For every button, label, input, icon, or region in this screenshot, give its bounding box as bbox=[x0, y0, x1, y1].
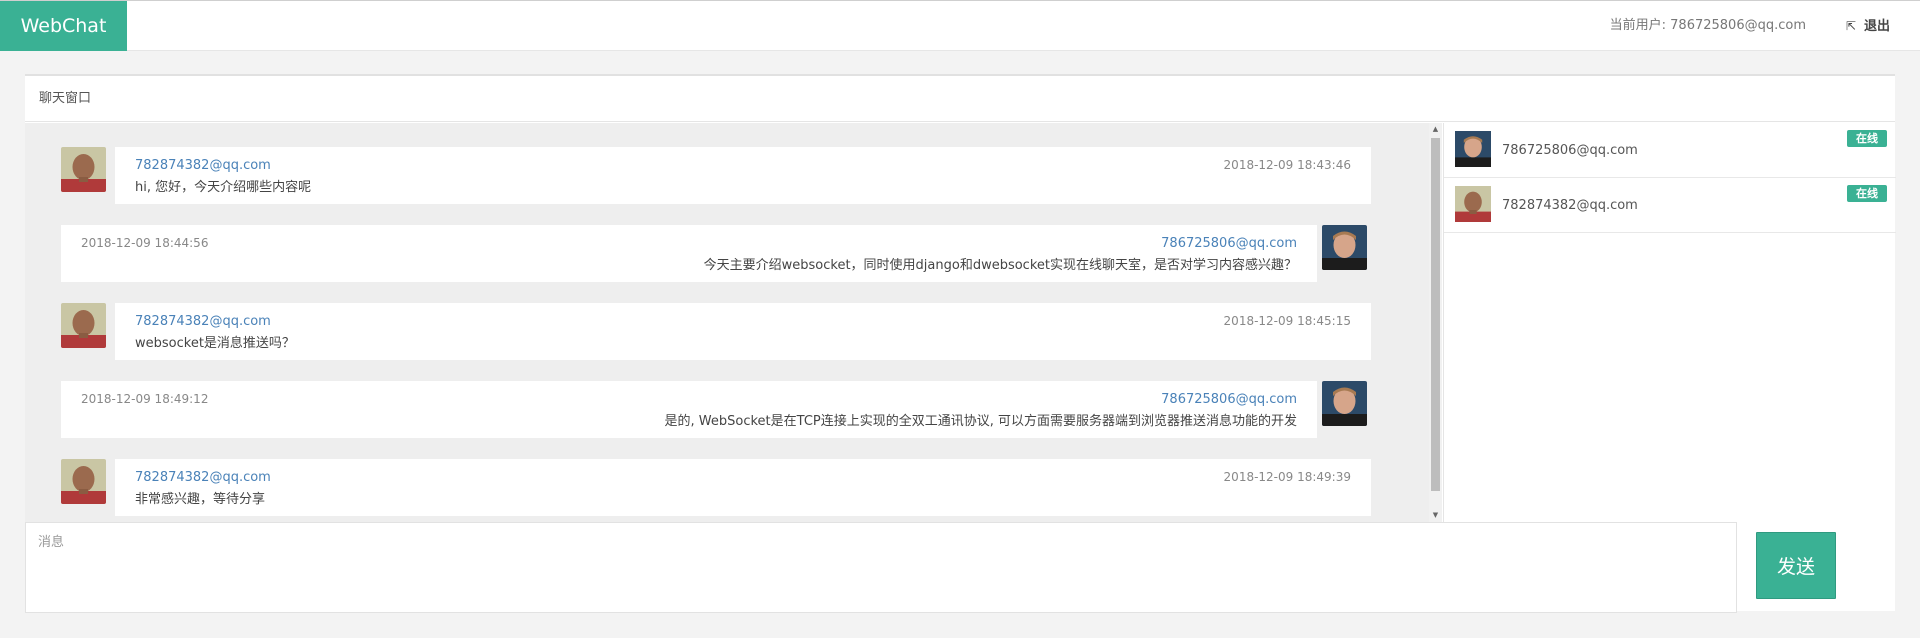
message-text: hi, 您好，今天介绍哪些内容呢 bbox=[135, 180, 312, 195]
message-text: 今天主要介绍websocket，同时使用django和dwebsocket实现在… bbox=[703, 258, 1297, 273]
message-item: 782874382@qq.com 2018-12-09 18:43:46 hi,… bbox=[61, 147, 1371, 204]
message-bubble: 2018-12-09 18:44:56 786725806@qq.com 今天主… bbox=[61, 225, 1317, 282]
user-email: 782874382@qq.com bbox=[1502, 198, 1638, 213]
chat-panel: 聊天窗口 782874382@qq.com 2018-12-09 18:43:4… bbox=[25, 74, 1896, 613]
message-sender[interactable]: 786725806@qq.com bbox=[1161, 236, 1297, 251]
message-time: 2018-12-09 18:44:56 bbox=[81, 236, 209, 250]
logout-label: 退出 bbox=[1863, 19, 1890, 34]
avatar bbox=[1455, 131, 1491, 167]
avatar bbox=[1322, 381, 1367, 426]
message-scrollbar[interactable]: ▲ ▼ bbox=[1429, 123, 1442, 522]
scroll-down-arrow-icon[interactable]: ▼ bbox=[1429, 509, 1442, 522]
scroll-thumb[interactable] bbox=[1431, 138, 1440, 491]
message-text: websocket是消息推送吗？ bbox=[135, 336, 295, 351]
message-sender[interactable]: 782874382@qq.com bbox=[135, 314, 271, 329]
user-email: 786725806@qq.com bbox=[1502, 143, 1638, 158]
message-time: 2018-12-09 18:45:15 bbox=[1223, 314, 1351, 328]
message-text: 是的, WebSocket是在TCP连接上实现的全双工通讯协议, 可以方面需要服… bbox=[664, 414, 1297, 429]
message-list[interactable]: 782874382@qq.com 2018-12-09 18:43:46 hi,… bbox=[25, 123, 1429, 522]
message-sender[interactable]: 786725806@qq.com bbox=[1161, 392, 1297, 407]
panel-title: 聊天窗口 bbox=[39, 91, 92, 106]
avatar bbox=[61, 147, 106, 192]
message-time: 2018-12-09 18:49:39 bbox=[1223, 470, 1351, 484]
avatar bbox=[61, 303, 106, 348]
user-list-item[interactable]: 782874382@qq.com 在线 bbox=[1444, 178, 1896, 233]
message-time: 2018-12-09 18:49:12 bbox=[81, 392, 209, 406]
message-input[interactable] bbox=[25, 522, 1737, 613]
message-item: 782874382@qq.com 2018-12-09 18:49:39 非常感… bbox=[61, 459, 1371, 516]
message-bubble: 782874382@qq.com 2018-12-09 18:43:46 hi,… bbox=[115, 147, 1371, 204]
message-sender[interactable]: 782874382@qq.com bbox=[135, 470, 271, 485]
avatar bbox=[61, 459, 106, 504]
message-item: 782874382@qq.com 2018-12-09 18:45:15 web… bbox=[61, 303, 1371, 360]
message-bubble: 2018-12-09 18:49:12 786725806@qq.com 是的,… bbox=[61, 381, 1317, 438]
status-badge: 在线 bbox=[1847, 130, 1887, 147]
message-time: 2018-12-09 18:43:46 bbox=[1223, 158, 1351, 172]
online-user-list: 786725806@qq.com 在线 782874382@qq.com 在线 bbox=[1443, 123, 1896, 522]
avatar bbox=[1455, 186, 1491, 222]
message-bubble: 782874382@qq.com 2018-12-09 18:49:39 非常感… bbox=[115, 459, 1371, 516]
scroll-up-arrow-icon[interactable]: ▲ bbox=[1429, 123, 1442, 136]
sign-out-icon: ⇱ bbox=[1845, 19, 1856, 33]
top-navbar: WebChat 当前用户: 786725806@qq.com ⇱ 退出 bbox=[0, 0, 1920, 51]
brand-logo[interactable]: WebChat bbox=[0, 1, 127, 51]
message-item: 2018-12-09 18:49:12 786725806@qq.com 是的,… bbox=[61, 381, 1367, 438]
message-bubble: 782874382@qq.com 2018-12-09 18:45:15 web… bbox=[115, 303, 1371, 360]
message-item: 2018-12-09 18:44:56 786725806@qq.com 今天主… bbox=[61, 225, 1367, 282]
send-button[interactable]: 发送 bbox=[1756, 532, 1836, 599]
message-text: 非常感兴趣，等待分享 bbox=[135, 492, 266, 507]
user-list-item[interactable]: 786725806@qq.com 在线 bbox=[1444, 123, 1896, 178]
status-badge: 在线 bbox=[1847, 185, 1887, 202]
logout-button[interactable]: ⇱ 退出 bbox=[1846, 1, 1890, 52]
message-sender[interactable]: 782874382@qq.com bbox=[135, 158, 271, 173]
current-user-label: 当前用户: 786725806@qq.com bbox=[1609, 18, 1806, 33]
panel-heading: 聊天窗口 bbox=[25, 76, 1895, 122]
avatar bbox=[1322, 225, 1367, 270]
